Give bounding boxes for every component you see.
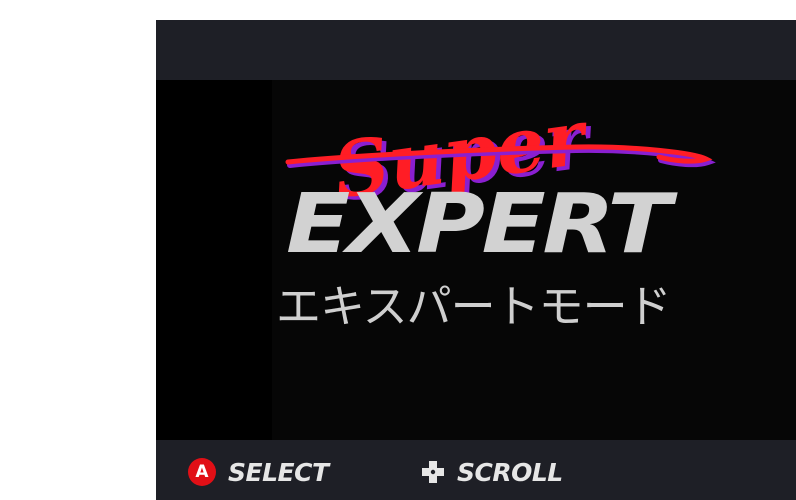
top-bar <box>156 20 796 80</box>
a-button-icon: A <box>188 458 216 486</box>
select-hint[interactable]: A SELECT <box>188 457 329 487</box>
select-label: SELECT <box>228 457 329 487</box>
control-hints-bar: A SELECT SCROLL <box>156 440 796 500</box>
game-screen: Super Super EXPERT エキスパートモード A SELECT SC… <box>156 20 796 500</box>
scroll-hint[interactable]: SCROLL <box>421 457 563 487</box>
dpad-icon <box>422 461 444 483</box>
scroll-label: SCROLL <box>457 457 563 487</box>
super-expert-logo: Super Super EXPERT <box>285 92 716 272</box>
logo-japanese-subtitle: エキスパートモード <box>276 280 672 333</box>
logo-main-word: EXPERT <box>286 177 678 272</box>
mode-art: Super Super EXPERT エキスパートモード <box>156 80 796 440</box>
